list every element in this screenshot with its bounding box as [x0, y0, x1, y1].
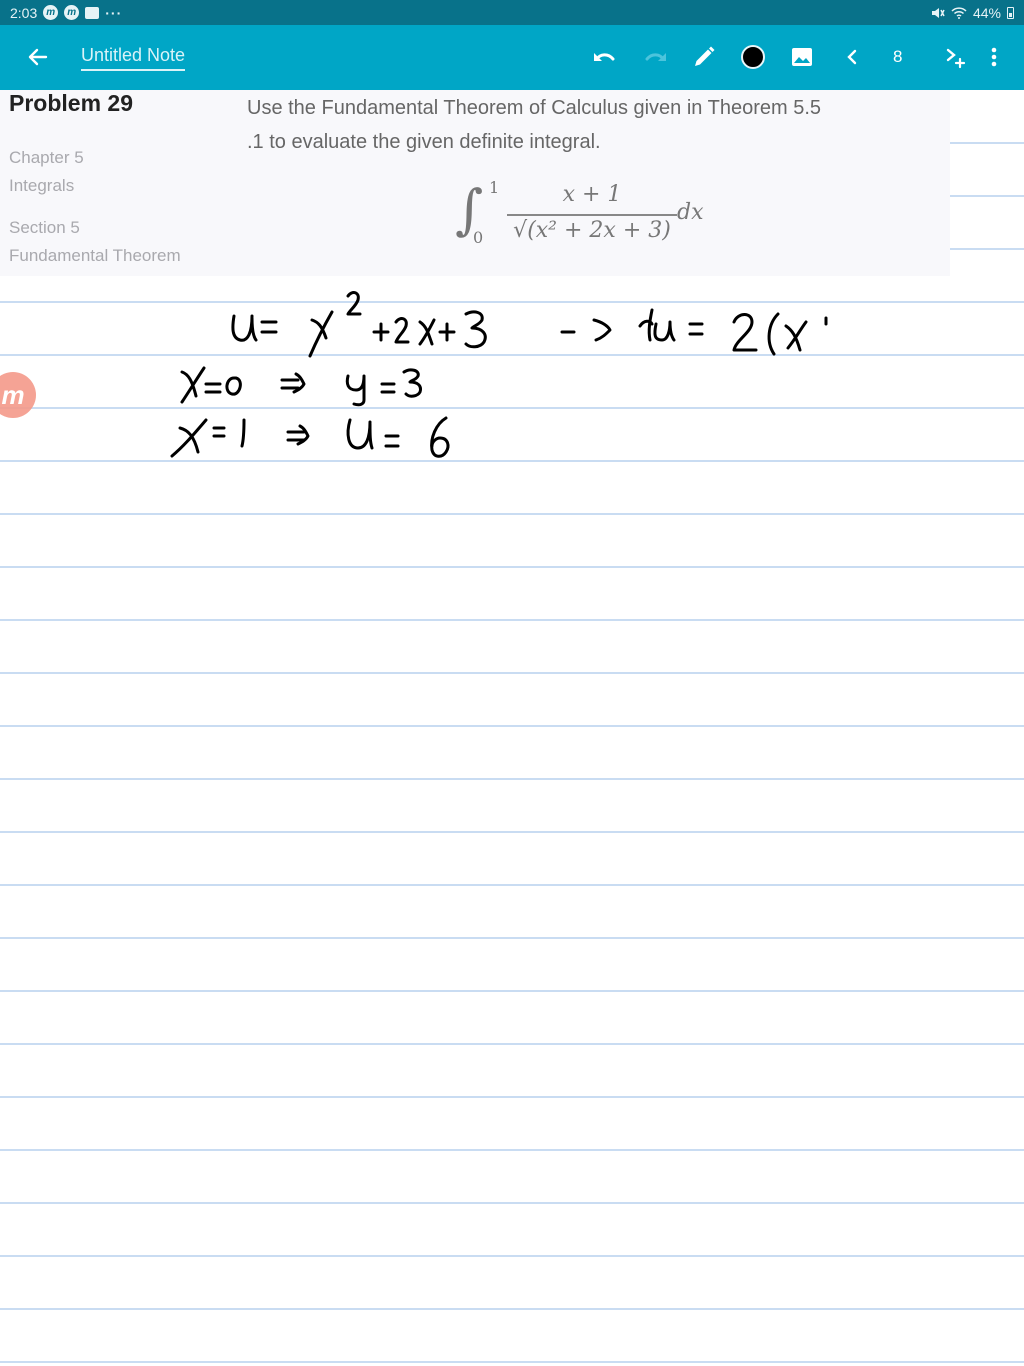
undo-button[interactable]: [591, 43, 619, 71]
note-toolbar: Untitled Note 8: [0, 25, 1024, 90]
ruled-line: [0, 619, 1024, 621]
ruled-line: [0, 301, 1024, 303]
ruled-line: [0, 831, 1024, 833]
battery-icon: [1007, 6, 1014, 19]
section-label: Section 5: [9, 218, 80, 237]
next-add-page-icon: [946, 48, 966, 69]
more-notifications-icon: ···: [105, 4, 123, 21]
fraction: x + 1 √(x² + 2x + 3): [507, 182, 677, 243]
add-page-button[interactable]: [941, 43, 969, 71]
previous-page-button[interactable]: [838, 43, 866, 71]
chapter-name: Integrals: [9, 176, 75, 195]
mute-icon: [931, 7, 945, 18]
pen-color-button[interactable]: [739, 43, 767, 71]
ruled-line: [0, 354, 1024, 356]
more-options-button[interactable]: [980, 43, 1008, 71]
gallery-notification-icon: [85, 6, 100, 19]
ruled-line: [0, 1361, 1024, 1363]
ruled-line: [950, 248, 1024, 250]
ruled-line: [0, 1149, 1024, 1151]
ruled-line: [0, 1043, 1024, 1045]
numerator: x + 1: [562, 182, 622, 207]
color-swatch-icon: [741, 45, 765, 69]
more-vertical-icon: [991, 47, 997, 67]
integral-formula: ∫ 1 0 x + 1 √(x² + 2x + 3) dx: [455, 178, 725, 258]
problem-title: Problem 29: [9, 90, 133, 116]
lower-limit: 0: [473, 228, 484, 247]
insert-image-button[interactable]: [788, 43, 816, 71]
app-notification-icon: m: [43, 5, 59, 20]
ruled-line: [0, 990, 1024, 992]
chevron-left-icon: [847, 49, 857, 65]
ruled-line: [0, 460, 1024, 462]
arrow-left-icon: [28, 48, 48, 66]
ruled-line: [0, 725, 1024, 727]
note-title[interactable]: Untitled Note: [81, 45, 186, 71]
ruled-line: [0, 1255, 1024, 1257]
recorder-logo-icon: m: [1, 379, 25, 410]
ruled-line: [950, 195, 1024, 197]
statement-line: .1 to evaluate the given definite integr…: [247, 131, 601, 153]
status-bar: 2:03 m m ··· 44%: [0, 0, 1024, 25]
pencil-icon: [695, 46, 715, 66]
wifi-icon: [951, 6, 967, 19]
ruled-line: [0, 937, 1024, 939]
problem-card: Problem 29 Chapter 5 Integrals Section 5…: [0, 90, 950, 276]
fraction-bar: [507, 214, 677, 216]
ruled-line: [0, 513, 1024, 515]
ruled-line: [950, 142, 1024, 144]
ruled-line: [0, 1308, 1024, 1310]
ruled-line: [0, 407, 1024, 409]
ruled-line: [0, 778, 1024, 780]
page-number: 8: [893, 47, 903, 66]
redo-icon: [645, 53, 666, 61]
differential: dx: [677, 200, 704, 225]
chapter-label: Chapter 5: [9, 148, 84, 167]
ruled-line: [0, 566, 1024, 568]
upper-limit: 1: [489, 178, 500, 197]
ruled-line: [0, 1202, 1024, 1204]
ruled-line: [0, 884, 1024, 886]
denominator: √(x² + 2x + 3): [513, 218, 671, 243]
battery-percent: 44%: [972, 4, 1001, 21]
redo-button[interactable]: [641, 43, 669, 71]
section-name: Fundamental Theorem: [9, 246, 181, 265]
problem-statement: Use the Fundamental Theorem of Calculus …: [247, 91, 917, 159]
app-notification-icon: m: [64, 5, 80, 20]
clock: 2:03: [10, 4, 38, 21]
ruled-line: [0, 1096, 1024, 1098]
image-icon: [792, 48, 812, 66]
statement-line: Use the Fundamental Theorem of Calculus …: [247, 97, 822, 119]
ruled-line: [0, 672, 1024, 674]
pen-tool-button[interactable]: [690, 43, 718, 71]
undo-icon: [594, 53, 615, 61]
back-button[interactable]: [24, 43, 52, 71]
